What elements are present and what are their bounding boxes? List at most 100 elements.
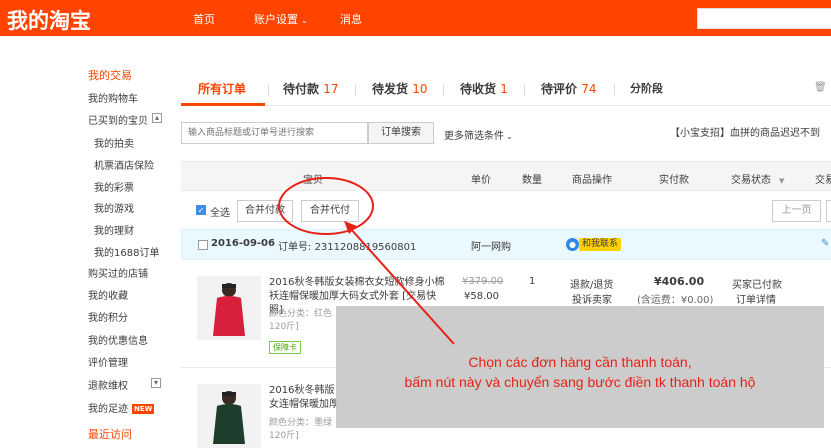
collapse-toggle-icon[interactable]: ▴ (152, 113, 162, 123)
column-header-qty: 数量 (522, 175, 542, 186)
sidebar-item-footprints[interactable]: 我的足迹 NEW (88, 400, 155, 415)
tab-pending-shipment[interactable]: 待发货 10 (372, 80, 427, 97)
sidebar-item-travel[interactable]: 机票酒店保险 (94, 157, 154, 172)
tab-label: 待收货 (460, 82, 497, 96)
product-thumbnail[interactable] (197, 276, 261, 340)
nav-messages[interactable]: 消息 (340, 11, 362, 27)
nav-messages-label: 消息 (340, 13, 362, 26)
order-search-button[interactable]: 订单搜索 (368, 122, 434, 144)
logo[interactable]: 我的淘宝 (7, 5, 91, 35)
nav-account-settings[interactable]: 账户设置 ⌄ (254, 11, 308, 27)
sidebar: 我的交易 我的购物车 已买到的宝贝 ▴ 我的拍卖 机票酒店保险 我的彩票 我的游… (0, 36, 172, 441)
product-title[interactable]: 2016秋冬韩版女连帽保暖加厚 (269, 384, 341, 412)
annotation-text: Chọn các đơn hàng cần thanh toán, bấm nú… (336, 352, 824, 392)
sidebar-item-points[interactable]: 我的积分 (88, 309, 128, 324)
product-attribute-size: 120斤] (269, 322, 299, 332)
contact-seller-button[interactable]: 和我联系 (579, 238, 622, 251)
column-header-trade: 交易 (815, 175, 831, 186)
original-price: ¥379.00 (462, 276, 504, 287)
sidebar-item-favorites[interactable]: 我的收藏 (88, 287, 128, 302)
tab-pending-receipt[interactable]: 待收货 1 (460, 80, 508, 97)
order-date: 2016-09-06 (211, 238, 275, 249)
order-number-value: 2311208819560801 (314, 242, 417, 253)
tab-divider (443, 84, 444, 96)
nav-home[interactable]: 首页 (193, 11, 215, 27)
active-tab-indicator (181, 103, 265, 106)
chevron-down-icon: ⌄ (301, 16, 308, 25)
product-attribute: 颜色分类：墨绿 (269, 418, 333, 428)
sidebar-item-1688[interactable]: 我的1688订单 (94, 244, 159, 259)
trash-icon[interactable]: 🗑 (814, 82, 827, 93)
sidebar-section-title: 我的交易 (88, 69, 132, 82)
chat-icon[interactable]: ● (566, 238, 579, 251)
tab-count: 74 (581, 82, 597, 96)
select-all-checkbox[interactable]: ✓ (196, 205, 206, 215)
tab-pending-review[interactable]: 待评价 74 (541, 80, 596, 97)
expand-toggle-icon[interactable]: ▾ (151, 378, 161, 388)
column-header-price: 单价 (471, 175, 491, 186)
sidebar-item-finance[interactable]: 我的理财 (94, 222, 134, 237)
new-badge: NEW (132, 404, 155, 414)
sidebar-item-auction[interactable]: 我的拍卖 (94, 135, 134, 150)
sidebar-item-coupons[interactable]: 我的优惠信息 (88, 332, 148, 347)
tab-label: 所有订单 (198, 82, 247, 96)
status-label: 交易状态 (731, 175, 771, 186)
order-number-label: 订单号: (278, 242, 312, 253)
tab-count: 10 (412, 82, 428, 96)
total-paid: ¥406.00 (654, 275, 705, 288)
select-all-label: 全选 (210, 208, 230, 219)
edit-icon[interactable]: ✎ (821, 238, 829, 249)
tip-notice[interactable]: 【小宝支招】血拼的商品迟迟不到 (670, 124, 820, 139)
unit-price: ¥58.00 (464, 291, 499, 302)
tab-label: 待发货 (372, 82, 409, 96)
tab-divider (614, 84, 615, 96)
tab-count: 1 (500, 82, 508, 96)
sidebar-item-cart[interactable]: 我的购物车 (88, 90, 138, 105)
table-header: 宝贝 单价 数量 商品操作 实付款 交易状态 ▼ 交易 (181, 161, 831, 191)
order-number: 订单号: 2311208819560801 (278, 238, 416, 253)
next-page-button[interactable] (826, 200, 831, 222)
tab-pending-payment[interactable]: 待付款 17 (283, 80, 338, 97)
sidebar-item-shops[interactable]: 购买过的店铺 (88, 265, 148, 280)
top-search-input[interactable] (697, 8, 831, 29)
order-header: 2016-09-06 订单号: 2311208819560801 阿一网购 ● … (181, 229, 831, 260)
sidebar-item-refunds[interactable]: 退款维权 (88, 377, 128, 392)
dropdown-arrow-icon: ▼ (779, 177, 785, 185)
product-attribute: 颜色分类：红色 (269, 309, 333, 319)
more-filters-link[interactable]: 更多筛选条件 ⌄ (444, 127, 513, 142)
more-filters-label: 更多筛选条件 (444, 131, 504, 142)
column-header-status[interactable]: 交易状态 ▼ (731, 171, 784, 186)
tab-divider (355, 84, 356, 96)
sidebar-item-bought[interactable]: 已买到的宝贝 (88, 112, 148, 127)
tab-divider (524, 84, 525, 96)
nav-home-label: 首页 (193, 13, 215, 26)
prev-page-button[interactable]: 上一页 (772, 200, 821, 222)
column-header-ops: 商品操作 (572, 175, 612, 186)
tab-all-orders[interactable]: 所有订单 (198, 80, 246, 97)
tab-label: 待评价 (541, 82, 578, 96)
tab-count: 17 (323, 82, 339, 96)
refund-link[interactable]: 退款/退货 (570, 276, 613, 291)
annotation-line-1: Chọn các đơn hàng cần thanh toán, (468, 354, 692, 370)
top-bar: 我的淘宝 首页 账户设置 ⌄ 消息 (0, 0, 831, 36)
product-thumbnail[interactable] (197, 384, 261, 448)
order-detail-link[interactable]: 订单详情 (736, 291, 776, 306)
product-attribute-size: 120斤] (269, 431, 299, 441)
guarantee-badge[interactable]: 保障卡 (269, 341, 301, 354)
trade-status: 买家已付款 (732, 280, 782, 291)
sidebar-item-lottery[interactable]: 我的彩票 (94, 179, 134, 194)
shop-name[interactable]: 阿一网购 (471, 238, 511, 253)
merge-proxy-pay-button[interactable]: 合并代付 (301, 200, 359, 222)
merge-pay-button[interactable]: 合并付款 (237, 200, 293, 222)
order-search-input[interactable] (181, 122, 368, 144)
sidebar-item-games[interactable]: 我的游戏 (94, 200, 134, 215)
column-header-item: 宝贝 (303, 175, 323, 186)
order-checkbox[interactable] (198, 240, 208, 250)
bulk-actions: ✓ 全选 合并付款 合并代付 上一页 (181, 193, 831, 229)
complain-link[interactable]: 投诉卖家 (572, 291, 612, 306)
shipping-fee: (含运费：¥0.00) (637, 295, 714, 306)
column-header-paid: 实付款 (659, 175, 689, 186)
chevron-down-icon: ⌄ (506, 132, 513, 141)
tab-staged[interactable]: 分阶段 (630, 80, 663, 96)
sidebar-item-reviews[interactable]: 评价管理 (88, 354, 128, 369)
